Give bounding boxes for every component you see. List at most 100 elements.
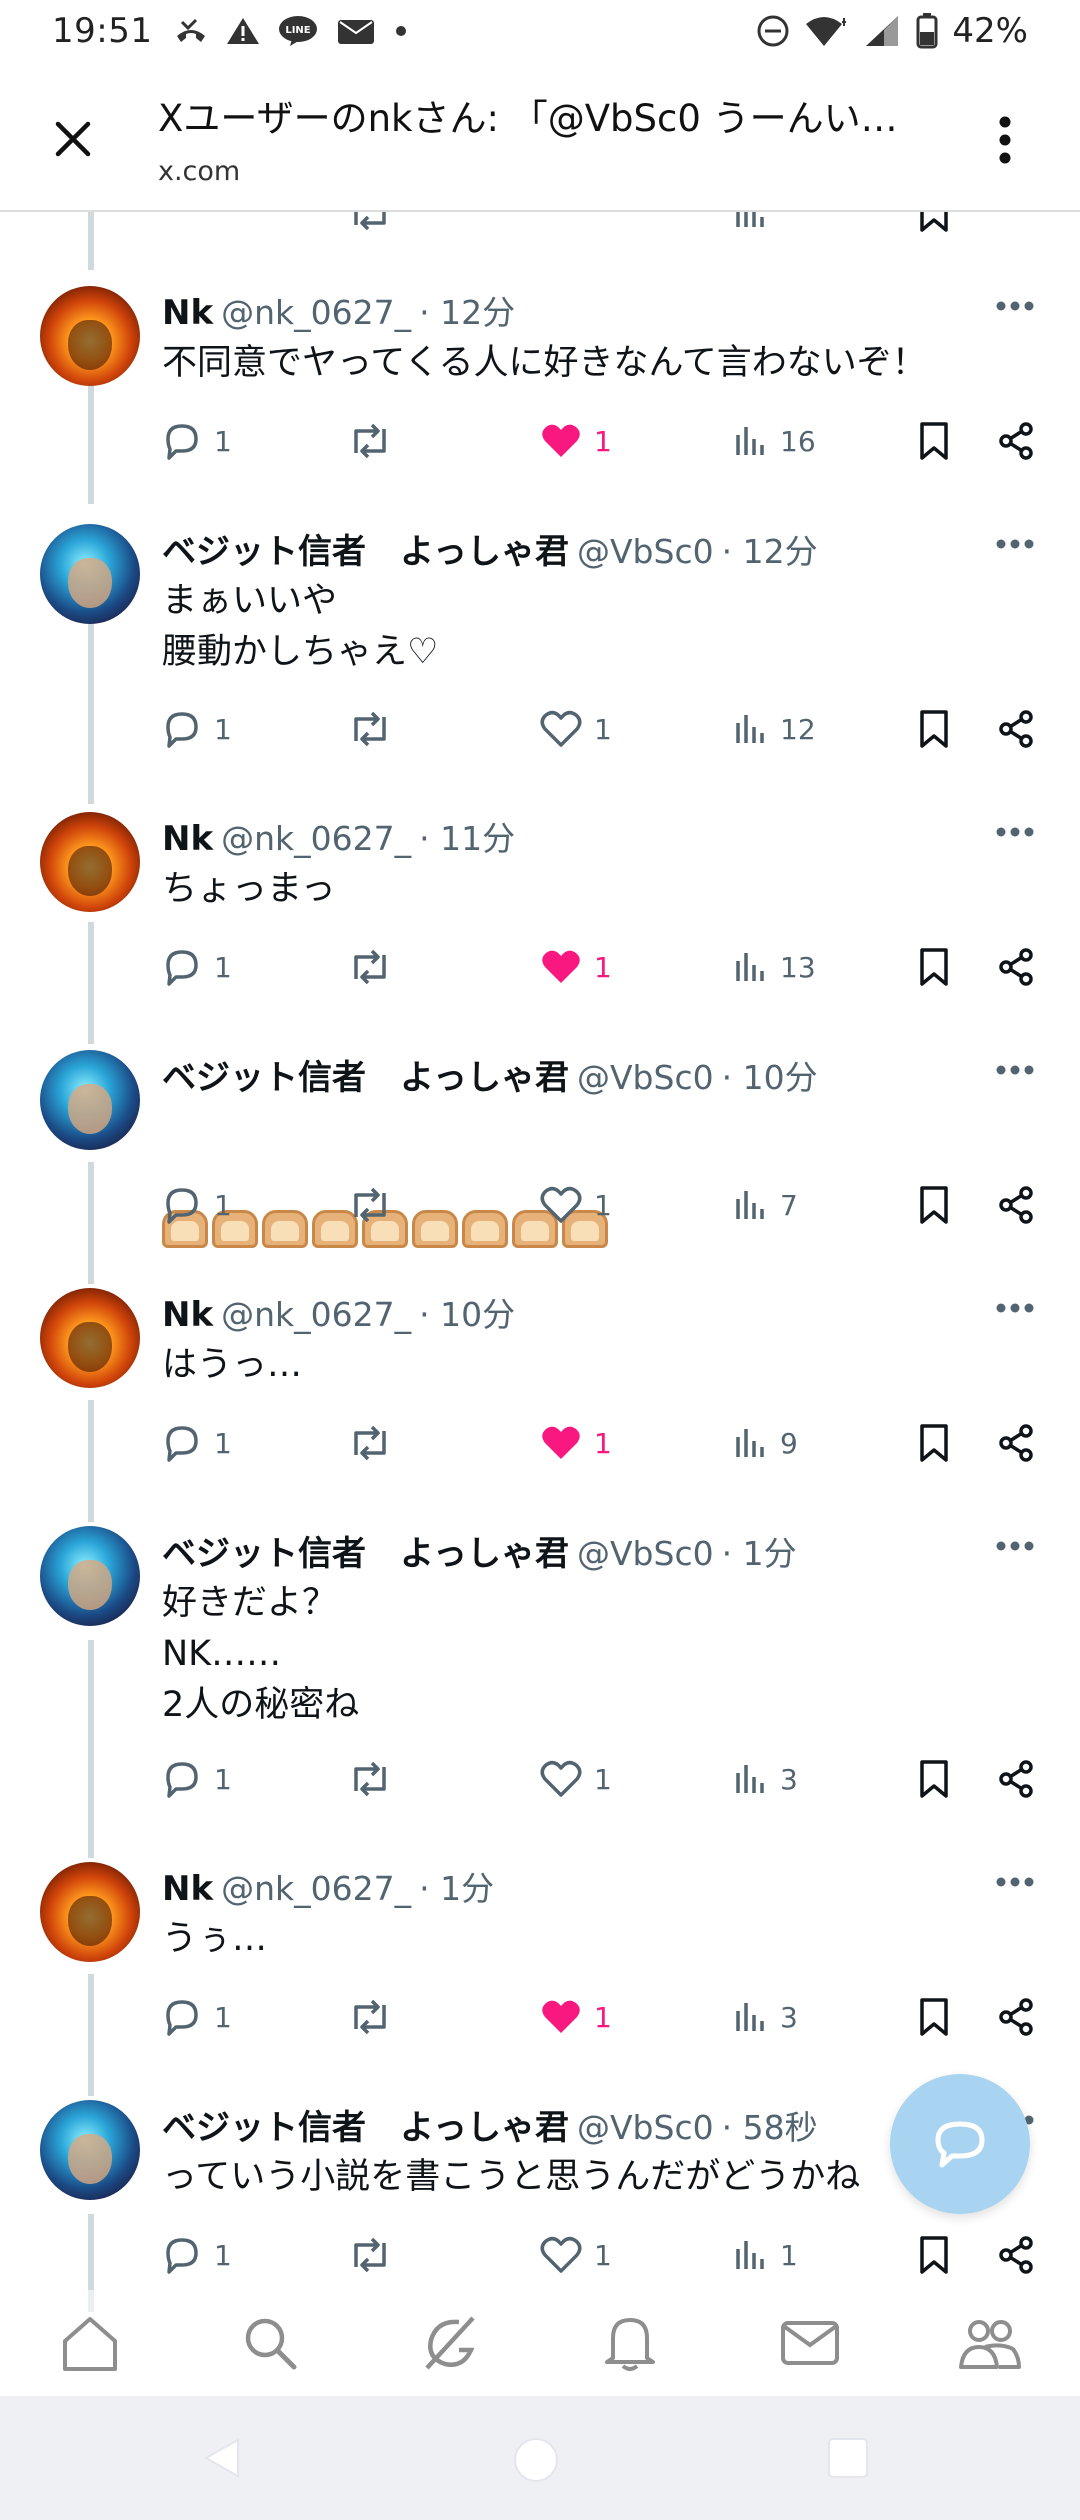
tweet-handle[interactable]: @nk_0627_	[221, 1869, 411, 1908]
tweet-handle[interactable]: @VbSc0	[577, 1534, 714, 1573]
tweet-handle[interactable]: @VbSc0	[577, 1058, 714, 1097]
bookmark-button[interactable]	[916, 942, 952, 992]
like-button[interactable]: 1	[540, 942, 612, 992]
more-icon[interactable]	[995, 1064, 1035, 1076]
tweet-author-name[interactable]: Nk	[162, 1869, 213, 1909]
tweet-time[interactable]: · 12分	[419, 286, 515, 334]
tweet-author-name[interactable]: ベジット信者 よっしゃ君	[162, 2100, 569, 2149]
avatar[interactable]	[40, 1526, 140, 1626]
nav-search[interactable]	[225, 2298, 315, 2388]
nav-home[interactable]	[45, 2298, 135, 2388]
like-button[interactable]: 1	[540, 704, 612, 754]
like-button[interactable]: 1	[540, 1180, 612, 1230]
views-button[interactable]: 13	[732, 942, 816, 992]
tweet-handle[interactable]: @nk_0627_	[221, 1295, 411, 1334]
bookmark-button[interactable]	[916, 1992, 952, 2042]
compose-button[interactable]	[890, 2074, 1030, 2214]
like-button[interactable]: 1	[540, 2230, 612, 2280]
share-button[interactable]	[996, 2230, 1036, 2280]
like-button[interactable]: 1	[540, 416, 612, 466]
close-button[interactable]	[48, 114, 98, 164]
retweet-button[interactable]	[348, 212, 392, 238]
tweet-time[interactable]: · 1分	[722, 1527, 797, 1575]
retweet-button[interactable]	[348, 704, 392, 754]
views-button[interactable]: 12	[732, 704, 816, 754]
system-home-button[interactable]	[512, 2436, 560, 2488]
system-recents-button[interactable]	[826, 2436, 870, 2484]
tweet-author-name[interactable]: ベジット信者 よっしゃ君	[162, 1526, 569, 1575]
reply-button[interactable]: 1	[162, 416, 232, 466]
bookmark-button[interactable]	[916, 212, 952, 238]
nav-notifications[interactable]	[585, 2298, 675, 2388]
like-button[interactable]: 1	[540, 1418, 612, 1468]
avatar[interactable]	[40, 524, 140, 624]
tweet-time[interactable]: · 1分	[419, 1862, 494, 1910]
share-button[interactable]	[996, 1754, 1036, 1804]
tweet-time[interactable]: · 10分	[722, 1051, 818, 1099]
reply-button[interactable]: 1	[162, 704, 232, 754]
retweet-button[interactable]	[348, 1418, 392, 1468]
views-button[interactable]: 3	[732, 1992, 798, 2042]
share-button[interactable]	[996, 704, 1036, 754]
bookmark-button[interactable]	[916, 2230, 952, 2280]
bookmark-button[interactable]	[916, 1418, 952, 1468]
browser-menu-button[interactable]	[990, 112, 1020, 168]
avatar[interactable]	[40, 2100, 140, 2200]
more-icon[interactable]	[995, 538, 1035, 550]
views-button[interactable]: 16	[732, 416, 816, 466]
retweet-button[interactable]	[348, 942, 392, 992]
views-button[interactable]	[732, 212, 768, 238]
bookmark-button[interactable]	[916, 704, 952, 754]
retweet-button[interactable]	[348, 2230, 392, 2280]
tweet-time[interactable]: · 11分	[419, 812, 515, 860]
retweet-button[interactable]	[348, 1992, 392, 2042]
views-button[interactable]: 9	[732, 1418, 798, 1468]
bookmark-button[interactable]	[916, 1754, 952, 1804]
avatar[interactable]	[40, 1862, 140, 1962]
bookmark-button[interactable]	[916, 1180, 952, 1230]
bookmark-button[interactable]	[916, 416, 952, 466]
nav-grok[interactable]	[405, 2298, 495, 2388]
tweet-author-name[interactable]: ベジット信者 よっしゃ君	[162, 1050, 569, 1099]
avatar[interactable]	[40, 286, 140, 386]
retweet-button[interactable]	[348, 1180, 392, 1230]
avatar[interactable]	[40, 1050, 140, 1150]
tweet-author-name[interactable]: Nk	[162, 1295, 213, 1335]
retweet-button[interactable]	[348, 416, 392, 466]
avatar[interactable]	[40, 1288, 140, 1388]
nav-communities[interactable]	[945, 2298, 1035, 2388]
more-icon[interactable]	[995, 1540, 1035, 1552]
more-icon[interactable]	[995, 1876, 1035, 1888]
reply-button[interactable]: 1	[162, 1992, 232, 2042]
reply-button[interactable]: 1	[162, 1180, 232, 1230]
share-button[interactable]	[996, 1418, 1036, 1468]
more-icon[interactable]	[995, 1302, 1035, 1314]
views-button[interactable]: 7	[732, 1180, 798, 1230]
tweet-time[interactable]: · 58秒	[722, 2101, 818, 2149]
more-icon[interactable]	[995, 826, 1035, 838]
reply-button[interactable]: 1	[162, 2230, 232, 2280]
share-button[interactable]	[996, 1180, 1036, 1230]
reply-button[interactable]: 1	[162, 942, 232, 992]
more-icon[interactable]	[995, 300, 1035, 312]
tweet-author-name[interactable]: Nk	[162, 819, 213, 859]
tweet-time[interactable]: · 12分	[722, 525, 818, 573]
system-back-button[interactable]	[200, 2436, 244, 2484]
views-button[interactable]: 3	[732, 1754, 798, 1804]
tweet-handle[interactable]: @nk_0627_	[221, 819, 411, 858]
reply-button[interactable]: 1	[162, 1754, 232, 1804]
share-button[interactable]	[996, 942, 1036, 992]
tweet-handle[interactable]: @VbSc0	[577, 2108, 714, 2147]
like-button[interactable]: 1	[540, 1992, 612, 2042]
views-button[interactable]: 1	[732, 2230, 798, 2280]
nav-messages[interactable]	[765, 2298, 855, 2388]
retweet-button[interactable]	[348, 1754, 392, 1804]
tweet-author-name[interactable]: Nk	[162, 293, 213, 333]
tweet-handle[interactable]: @nk_0627_	[221, 293, 411, 332]
avatar[interactable]	[40, 812, 140, 912]
tweet-handle[interactable]: @VbSc0	[577, 532, 714, 571]
tweet-author-name[interactable]: ベジット信者 よっしゃ君	[162, 524, 569, 573]
like-button[interactable]: 1	[540, 1754, 612, 1804]
reply-button[interactable]: 1	[162, 1418, 232, 1468]
tweet-time[interactable]: · 10分	[419, 1288, 515, 1336]
